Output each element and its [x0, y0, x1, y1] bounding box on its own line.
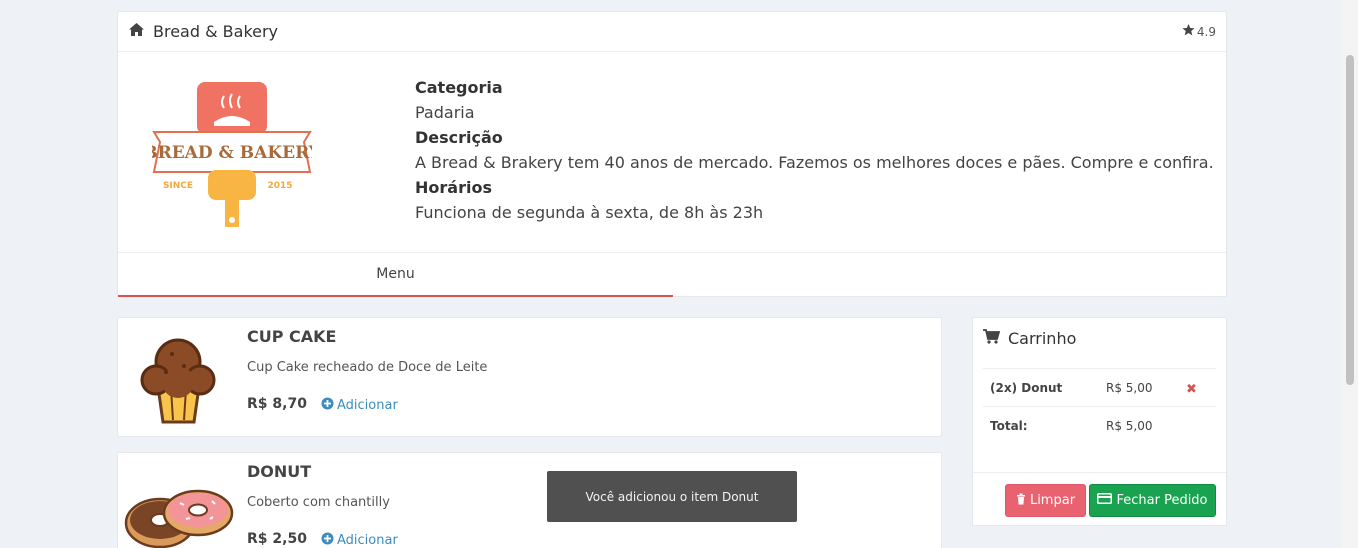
clear-label: Limpar — [1029, 493, 1076, 508]
category-value: Padaria — [415, 103, 475, 122]
cart-total-label: Total: — [990, 419, 1028, 433]
cupcake-icon — [136, 332, 221, 427]
home-icon — [128, 22, 145, 41]
tab-menu[interactable]: Menu — [118, 253, 673, 297]
checkout-label: Fechar Pedido — [1116, 493, 1208, 508]
cart-panel: Carrinho (2x) Donut R$ 5,00 ✖ Total: R$ … — [972, 317, 1227, 526]
plus-circle-icon — [321, 532, 334, 548]
clear-cart-button[interactable]: Limpar — [1005, 484, 1086, 517]
product-name: DONUT — [247, 462, 312, 481]
store-title: Bread & Bakery — [153, 22, 279, 41]
description-value: A Bread & Brakery tem 40 anos de mercado… — [415, 153, 1214, 172]
store-tabs: Menu — [118, 252, 1226, 297]
credit-card-icon — [1097, 493, 1113, 508]
add-cupcake-button[interactable]: Adicionar — [321, 397, 398, 414]
donut-icon — [124, 489, 234, 548]
plus-circle-icon — [321, 397, 334, 414]
store-info: Categoria Padaria Descrição A Bread & Br… — [415, 75, 1214, 225]
product-card: DONUT Coberto com chantilly R$ 2,50 Adic… — [117, 452, 942, 548]
product-description: Coberto com chantilly — [247, 495, 390, 510]
scrollbar-thumb[interactable] — [1346, 55, 1354, 385]
store-header: Bread & Bakery 4.9 — [118, 12, 1226, 52]
rating-value: 4.9 — [1196, 24, 1216, 39]
product-card: CUP CAKE Cup Cake recheado de Doce de Le… — [117, 317, 942, 437]
store-rating: 4.9 — [1182, 24, 1216, 39]
checkout-button[interactable]: Fechar Pedido — [1089, 484, 1216, 517]
description-label: Descrição — [415, 128, 503, 147]
add-donut-button[interactable]: Adicionar — [321, 532, 398, 548]
page-scrollbar[interactable] — [1342, 0, 1358, 548]
add-label: Adicionar — [337, 533, 398, 548]
cart-header: Carrinho — [973, 318, 1226, 358]
cart-footer: Limpar Fechar Pedido — [973, 472, 1226, 526]
product-price: R$ 2,50 — [247, 531, 307, 547]
trash-icon — [1016, 493, 1026, 509]
cart-title: Carrinho — [1008, 328, 1077, 348]
cart-item-label: (2x) Donut — [990, 381, 1063, 395]
remove-item-icon[interactable]: ✖ — [1186, 382, 1197, 397]
logo-year-text: 2015 — [267, 181, 292, 191]
add-label: Adicionar — [337, 398, 398, 413]
hours-label: Horários — [415, 178, 492, 197]
cart-item-price: R$ 5,00 — [1106, 381, 1153, 395]
category-label: Categoria — [415, 78, 503, 97]
product-price: R$ 8,70 — [247, 396, 307, 412]
cart-total-value: R$ 5,00 — [1106, 419, 1153, 433]
cart-icon — [983, 328, 1001, 348]
toast-notification: Você adicionou o item Donut — [547, 471, 797, 522]
product-name: CUP CAKE — [247, 327, 337, 346]
cart-item-row: (2x) Donut R$ 5,00 ✖ — [983, 368, 1216, 406]
cart-table: (2x) Donut R$ 5,00 ✖ Total: R$ 5,00 — [983, 368, 1216, 444]
star-icon — [1182, 24, 1195, 39]
hours-value: Funciona de segunda à sexta, de 8h às 23… — [415, 203, 764, 222]
cart-total-row: Total: R$ 5,00 — [983, 406, 1216, 444]
bakery-logo: BREAD & BAKERY SINCE 2015 — [143, 82, 322, 232]
logo-since-text: SINCE — [163, 181, 193, 191]
product-description: Cup Cake recheado de Doce de Leite — [247, 360, 488, 375]
logo-brand-text: BREAD & BAKERY — [152, 143, 312, 163]
store-panel: Bread & Bakery 4.9 BREAD & BAKERY SINCE … — [117, 11, 1227, 297]
